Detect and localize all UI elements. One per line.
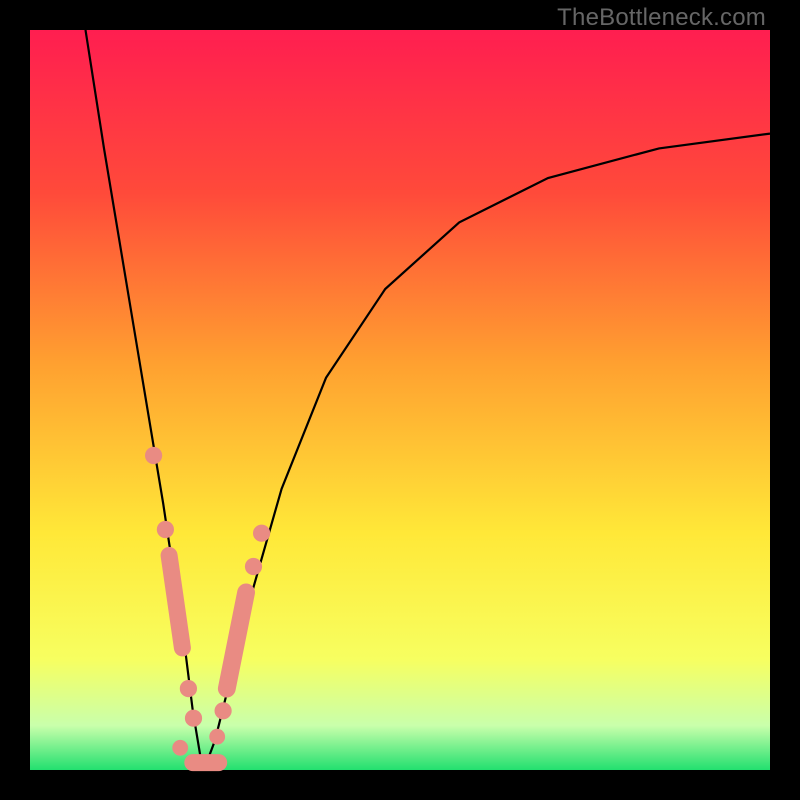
marker-dot — [173, 740, 188, 755]
marker-dot — [210, 729, 225, 744]
watermark-text: TheBottleneck.com — [557, 4, 766, 32]
chart-frame: TheBottleneck.com — [0, 0, 800, 800]
marker-dot — [245, 558, 261, 574]
marker-capsule — [227, 592, 246, 688]
marker-dot — [180, 681, 196, 697]
data-markers — [146, 447, 270, 762]
marker-dot — [146, 447, 162, 463]
marker-dot — [185, 710, 201, 726]
marker-capsule — [169, 555, 182, 648]
marker-dot — [254, 525, 270, 541]
curve-layer — [30, 30, 770, 770]
plot-area — [30, 30, 770, 770]
curve-right — [204, 134, 770, 770]
curve-left — [86, 30, 204, 770]
marker-dot — [157, 521, 173, 537]
marker-dot — [215, 703, 231, 719]
